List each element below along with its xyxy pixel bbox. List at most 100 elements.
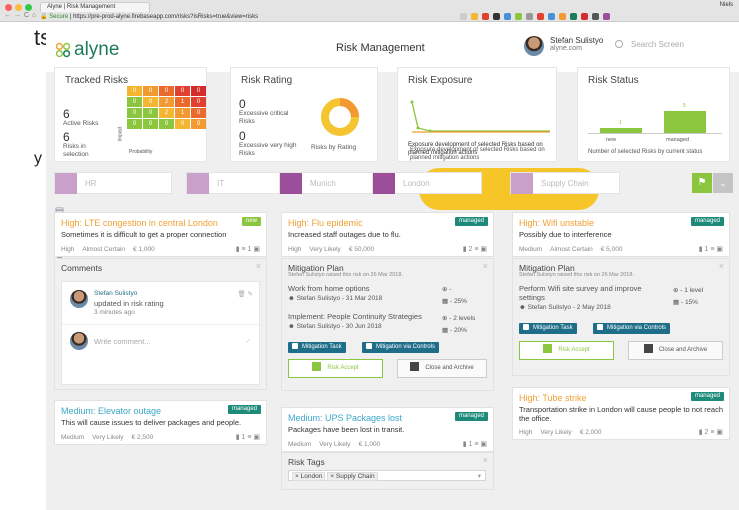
extension-icons[interactable] bbox=[460, 13, 735, 21]
filter-hr[interactable]: HR bbox=[54, 172, 172, 194]
heatmap-cell[interactable]: 0 bbox=[175, 119, 190, 129]
heatmap-cell[interactable]: 0 bbox=[127, 119, 142, 129]
mitigation-task-button[interactable]: Mitigation Task bbox=[519, 323, 577, 334]
close-archive-button[interactable]: Close and Archive bbox=[628, 341, 723, 360]
card-icons[interactable]: ▮ 1 ≡ ▣ bbox=[463, 440, 487, 448]
risk-card-wifi[interactable]: High: Wifi unstable managed Possibly due… bbox=[512, 212, 730, 257]
search-input[interactable]: Search Screen bbox=[615, 40, 684, 49]
delete-icon[interactable]: 🗑 ✎ bbox=[237, 290, 253, 298]
filter-it[interactable]: IT bbox=[186, 172, 281, 194]
address-bar[interactable]: 🔒 Secure | https://pre-prod-alyne.fireba… bbox=[40, 13, 460, 21]
close-archive-button[interactable]: Close and Archive bbox=[397, 359, 487, 378]
excessive-critical-stat: 0 Excessive critical Risks bbox=[239, 98, 303, 126]
close-icon[interactable]: × bbox=[256, 261, 261, 271]
mitigation-task-button[interactable]: Mitigation Task bbox=[288, 342, 346, 353]
heatmap-cell[interactable]: 0 bbox=[191, 97, 206, 107]
card-icons[interactable]: ▮ 1 ≡ ▣ bbox=[699, 245, 723, 253]
status-bar-value: 5 bbox=[683, 103, 686, 109]
profile-name[interactable]: Niels bbox=[720, 2, 733, 8]
exposure-line-chart[interactable] bbox=[410, 98, 550, 138]
status-badge: managed bbox=[690, 217, 724, 226]
heatmap-cell[interactable]: 0 bbox=[159, 86, 174, 96]
filter-label: London bbox=[403, 179, 430, 188]
avatar bbox=[70, 332, 88, 350]
search-icon bbox=[615, 40, 623, 48]
heatmap-cell[interactable]: 0 bbox=[159, 119, 174, 129]
close-icon[interactable]: × bbox=[483, 261, 488, 271]
risk-title[interactable]: High: Flu epidemic bbox=[288, 218, 363, 228]
risk-accept-button[interactable]: Risk Accept bbox=[288, 359, 383, 378]
comment-input[interactable]: Write comment... bbox=[94, 337, 151, 346]
divider bbox=[62, 324, 259, 325]
status-bar-chart[interactable]: 1 5 bbox=[588, 94, 722, 134]
close-icon[interactable]: × bbox=[483, 455, 488, 465]
risk-description: Sometimes it is difficult to get a prope… bbox=[61, 230, 227, 239]
browser-chrome: Alyne | Risk Management ←→C⌂ 🔒 Secure | … bbox=[0, 0, 739, 22]
excessive-critical-label: Excessive critical Risks bbox=[239, 110, 289, 125]
tag-chip[interactable]: × Supply Chain bbox=[327, 472, 378, 481]
risk-title[interactable]: High: Wifi unstable bbox=[519, 218, 594, 228]
heatmap-cell[interactable]: 0 bbox=[191, 119, 206, 129]
button-label: Close and Archive bbox=[425, 365, 474, 371]
browser-tab[interactable]: Alyne | Risk Management bbox=[40, 2, 150, 12]
card-icons[interactable]: ▮ 1 ≡ ▣ bbox=[236, 433, 260, 441]
heatmap-cell[interactable]: 0 bbox=[127, 97, 142, 107]
tag-input[interactable]: × London × Supply Chain ▾ bbox=[288, 470, 486, 481]
risk-cost: € 2,000 bbox=[579, 429, 602, 436]
filter-london[interactable]: London bbox=[372, 172, 482, 194]
mitigation-item-title[interactable]: Implement: People Continuity Strategies bbox=[288, 312, 422, 321]
mitigation-controls-button[interactable]: Mitigation via Controls bbox=[362, 342, 440, 353]
heatmap-cell[interactable]: 0 bbox=[143, 97, 158, 107]
maximize-window-icon[interactable] bbox=[25, 4, 32, 11]
rating-donut-chart[interactable] bbox=[319, 96, 361, 138]
close-icon[interactable]: × bbox=[719, 261, 724, 271]
risk-card-flu[interactable]: High: Flu epidemic managed Increased sta… bbox=[281, 212, 494, 257]
heatmap-cell[interactable]: 2 bbox=[159, 97, 174, 107]
archive-icon bbox=[410, 362, 420, 371]
risk-card-elevator[interactable]: Medium: Elevator outage managed This wil… bbox=[54, 400, 267, 445]
tag-label: London bbox=[300, 473, 323, 480]
risk-cost: € 1,000 bbox=[358, 441, 381, 448]
nav-buttons[interactable]: ←→C⌂ bbox=[4, 12, 39, 19]
risk-title[interactable]: Medium: UPS Packages lost bbox=[288, 413, 402, 423]
risk-card-tube[interactable]: High: Tube strike managed Transportation… bbox=[512, 387, 730, 440]
person-icon: ☻ bbox=[519, 304, 526, 311]
tag-chip[interactable]: × London bbox=[292, 472, 326, 481]
risk-card-lte[interactable]: High: LTE congestion in central London n… bbox=[54, 212, 267, 257]
risk-card-ups[interactable]: Medium: UPS Packages lost managed Packag… bbox=[281, 407, 494, 452]
mitigation-item-title[interactable]: Work from home options bbox=[288, 284, 370, 293]
chevron-down-icon[interactable]: ▾ bbox=[478, 472, 481, 480]
card-icons[interactable]: ▮ 2 ≡ ▣ bbox=[463, 245, 487, 253]
heatmap-cell[interactable]: 0 bbox=[127, 86, 142, 96]
comment-author[interactable]: Stefan Sulistyo bbox=[94, 290, 137, 297]
card-icons[interactable]: ▮ 2 ≡ ▣ bbox=[699, 428, 723, 436]
heatmap-cell[interactable]: 0 bbox=[191, 108, 206, 118]
heatmap-cell[interactable]: 1 bbox=[175, 108, 190, 118]
background-text: ts bbox=[34, 25, 46, 50]
close-window-icon[interactable] bbox=[5, 4, 12, 11]
risk-title[interactable]: High: LTE congestion in central London bbox=[61, 218, 218, 228]
logo[interactable]: alyne bbox=[54, 39, 119, 61]
heatmap-cell[interactable]: 0 bbox=[175, 86, 190, 96]
heatmap-cell[interactable]: 0 bbox=[127, 108, 142, 118]
background-text: y bbox=[34, 150, 42, 167]
risk-title[interactable]: Medium: Elevator outage bbox=[61, 406, 161, 416]
filter-dropdown-button[interactable]: ⌄ bbox=[713, 173, 733, 193]
heatmap-cell[interactable]: 0 bbox=[143, 108, 158, 118]
flag-filter-button[interactable]: ⚑ bbox=[692, 173, 712, 193]
filter-supply-chain[interactable]: Supply Chain bbox=[510, 172, 620, 194]
heatmap-cell[interactable]: 0 bbox=[191, 86, 206, 96]
risk-title[interactable]: High: Tube strike bbox=[519, 393, 587, 403]
heatmap-cell[interactable]: 0 bbox=[143, 119, 158, 129]
mitigation-controls-button[interactable]: Mitigation via Controls bbox=[593, 323, 671, 334]
minimize-window-icon[interactable] bbox=[15, 4, 22, 11]
risk-accept-button[interactable]: Risk Accept bbox=[519, 341, 614, 360]
check-icon[interactable]: ✓ bbox=[246, 337, 251, 345]
filter-label: Munich bbox=[310, 179, 336, 188]
mitigation-item-title[interactable]: Perform Wifi site survey and improve set… bbox=[519, 284, 649, 302]
user-org: alyne.com bbox=[550, 45, 582, 52]
card-icons[interactable]: ▮ ≡ 1 ▣ bbox=[236, 245, 260, 253]
heatmap-cell[interactable]: 2 bbox=[159, 108, 174, 118]
heatmap-cell[interactable]: 0 bbox=[143, 86, 158, 96]
heatmap-cell[interactable]: 1 bbox=[175, 97, 190, 107]
